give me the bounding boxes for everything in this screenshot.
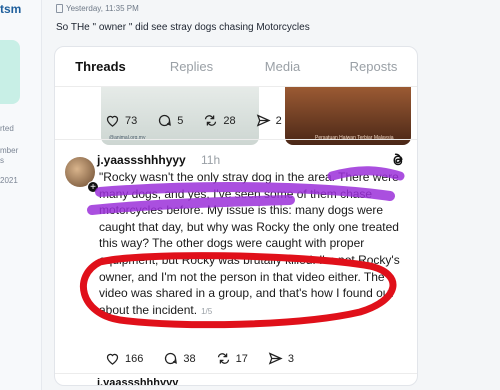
next-post-username[interactable]: j.yaassshhhyyy (97, 377, 178, 385)
sidebar-meta-3: s (0, 156, 4, 165)
reply-username[interactable]: j.yaassshhhyyy (97, 153, 186, 167)
repost-button[interactable]: 28 (203, 113, 236, 128)
sidebar-meta-1: rted (0, 124, 14, 133)
reply-divider (55, 373, 417, 374)
reply-actions: 166 38 17 3 (105, 351, 294, 366)
follow-plus-icon[interactable]: + (87, 181, 99, 193)
sidebar-user-badge (0, 40, 20, 104)
threads-screenshot: Threads Replies Media Reposts @animal.or… (54, 46, 418, 386)
share-button[interactable]: 2 (256, 113, 282, 128)
like-count: 73 (125, 114, 138, 127)
post-date[interactable]: Yesterday, 11:35 PM (56, 4, 139, 13)
threads-logo-icon (393, 153, 403, 166)
comment-count: 5 (177, 114, 184, 127)
image-caption-2: Persatuan Haiwan Terbiar Malaysia (315, 135, 394, 141)
sidebar-meta-4: 2021 (0, 176, 18, 185)
thread-counter: 1/5 (201, 306, 213, 316)
reply-body: "Rocky wasn't the only stray dog in the … (99, 170, 400, 317)
threads-tab-bar: Threads Replies Media Reposts (55, 47, 417, 87)
tab-replies[interactable]: Replies (146, 47, 237, 86)
reply-text: "Rocky wasn't the only stray dog in the … (99, 169, 409, 320)
heart-icon (106, 353, 119, 365)
post-date-text: Yesterday, 11:35 PM (66, 4, 139, 13)
tab-threads[interactable]: Threads (55, 47, 146, 86)
reply-like-button[interactable]: 166 (105, 351, 143, 366)
repost-icon (205, 115, 217, 126)
tab-reposts[interactable]: Reposts (328, 47, 417, 86)
sidebar-meta-2: mber (0, 146, 19, 155)
comment-icon (165, 352, 178, 365)
reply-share-count: 3 (287, 352, 294, 365)
heart-icon (106, 115, 119, 127)
tab-media[interactable]: Media (237, 47, 328, 86)
previous-post-actions: 73 5 28 2 (105, 113, 282, 128)
repost-count: 28 (223, 114, 236, 127)
reply-like-count: 166 (125, 352, 144, 365)
comment-button[interactable]: 5 (157, 113, 183, 128)
sidebar-username[interactable]: tsm (0, 2, 21, 16)
reply-share-button[interactable]: 3 (268, 351, 294, 366)
like-button[interactable]: 73 (105, 113, 137, 128)
post-text: So THe " owner " did see stray dogs chas… (56, 22, 310, 33)
repost-icon (217, 353, 229, 364)
reply-comment-button[interactable]: 38 (163, 351, 196, 366)
post-divider (55, 139, 417, 140)
share-count: 2 (275, 114, 282, 127)
reply-repost-button[interactable]: 17 (216, 351, 248, 366)
document-icon (56, 4, 63, 13)
reply-time: 11h (201, 153, 221, 167)
reply-repost-count: 17 (235, 352, 248, 365)
post-image-2[interactable]: Persatuan Haiwan Terbiar Malaysia (285, 87, 411, 145)
reply-comment-count: 38 (183, 352, 196, 365)
image-caption-1: @animal.org.my (109, 135, 146, 141)
send-icon (256, 114, 271, 127)
comment-icon (159, 114, 172, 127)
send-icon (268, 352, 283, 365)
